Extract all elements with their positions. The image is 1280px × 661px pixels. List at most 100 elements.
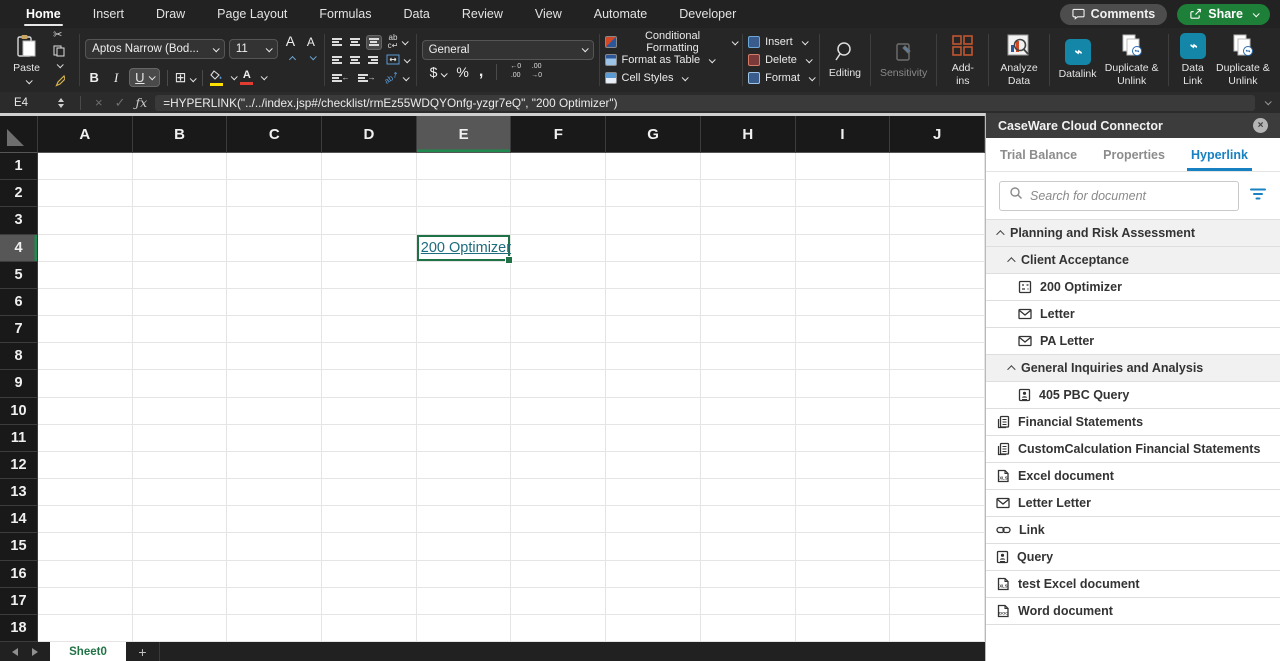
increase-indent-button[interactable]: → <box>356 71 378 86</box>
cell-a16[interactable] <box>38 561 133 588</box>
row-header-3[interactable]: 3 <box>0 207 38 234</box>
cell-h8[interactable] <box>701 343 796 370</box>
column-header-f[interactable]: F <box>511 116 606 153</box>
cell-c2[interactable] <box>227 180 322 207</box>
cell-b2[interactable] <box>133 180 228 207</box>
cell-e1[interactable] <box>417 153 512 180</box>
text-orientation-button[interactable]: ab↗ <box>382 71 411 86</box>
cell-f13[interactable] <box>511 479 606 506</box>
borders-button[interactable]: ⊞ <box>175 70 196 85</box>
cell-e18[interactable] <box>417 615 512 642</box>
cell-d17[interactable] <box>322 588 417 615</box>
cell-b17[interactable] <box>133 588 228 615</box>
column-header-d[interactable]: D <box>322 116 417 153</box>
cell-b13[interactable] <box>133 479 228 506</box>
cell-c1[interactable] <box>227 153 322 180</box>
cell-c8[interactable] <box>227 343 322 370</box>
cell-e16[interactable] <box>417 561 512 588</box>
panel-tab-trial-balance[interactable]: Trial Balance <box>1000 138 1077 171</box>
panel-tab-properties[interactable]: Properties <box>1103 138 1165 171</box>
cell-c10[interactable] <box>227 398 322 425</box>
cell-f9[interactable] <box>511 370 606 397</box>
cell-h9[interactable] <box>701 370 796 397</box>
cell-i13[interactable] <box>796 479 891 506</box>
align-top-button[interactable] <box>330 35 344 50</box>
row-header-10[interactable]: 10 <box>0 398 38 425</box>
menu-tab-review[interactable]: Review <box>446 0 519 28</box>
cell-g3[interactable] <box>606 207 701 234</box>
select-all-corner[interactable] <box>0 116 38 153</box>
column-header-e[interactable]: E <box>417 116 512 153</box>
cell-j12[interactable] <box>890 452 985 479</box>
cell-e6[interactable] <box>417 289 512 316</box>
cell-i15[interactable] <box>796 533 891 560</box>
cell-i5[interactable] <box>796 262 891 289</box>
cell-g13[interactable] <box>606 479 701 506</box>
document-row-letter-letter[interactable]: Letter Letter <box>986 489 1280 516</box>
document-search-box[interactable] <box>999 181 1239 211</box>
cell-j13[interactable] <box>890 479 985 506</box>
cell-g4[interactable] <box>606 235 701 262</box>
cell-b1[interactable] <box>133 153 228 180</box>
cell-h12[interactable] <box>701 452 796 479</box>
menu-tab-page-layout[interactable]: Page Layout <box>201 0 303 28</box>
bold-button[interactable]: B <box>85 70 103 85</box>
cell-d14[interactable] <box>322 506 417 533</box>
cell-f6[interactable] <box>511 289 606 316</box>
editing-button[interactable]: Editing <box>825 32 865 88</box>
document-row-word-document[interactable]: DOCWord document <box>986 597 1280 624</box>
cell-b12[interactable] <box>133 452 228 479</box>
row-header-17[interactable]: 17 <box>0 588 38 615</box>
cell-styles-button[interactable]: Cell Styles <box>605 70 738 86</box>
column-header-i[interactable]: I <box>796 116 891 153</box>
cell-a9[interactable] <box>38 370 133 397</box>
merge-center-button[interactable] <box>384 53 411 68</box>
decrease-indent-button[interactable]: ← <box>330 71 352 86</box>
copy-button[interactable] <box>51 44 74 72</box>
align-left-button[interactable] <box>330 53 344 68</box>
cell-h4[interactable] <box>701 235 796 262</box>
cell-g7[interactable] <box>606 316 701 343</box>
cell-g17[interactable] <box>606 588 701 615</box>
cell-j15[interactable] <box>890 533 985 560</box>
cell-j7[interactable] <box>890 316 985 343</box>
cell-i18[interactable] <box>796 615 891 642</box>
prev-sheet-arrow[interactable] <box>12 648 18 656</box>
cut-button[interactable]: ✂ <box>51 29 74 42</box>
cell-a6[interactable] <box>38 289 133 316</box>
cell-c12[interactable] <box>227 452 322 479</box>
document-row-excel-document[interactable]: XLSExcel document <box>986 462 1280 489</box>
cell-j11[interactable] <box>890 425 985 452</box>
confirm-entry-button[interactable]: ✓ <box>115 96 126 109</box>
column-header-b[interactable]: B <box>133 116 228 153</box>
cell-i7[interactable] <box>796 316 891 343</box>
cell-j2[interactable] <box>890 180 985 207</box>
cell-a18[interactable] <box>38 615 133 642</box>
document-row-letter[interactable]: Letter <box>986 300 1280 327</box>
cell-f15[interactable] <box>511 533 606 560</box>
align-bottom-button[interactable] <box>366 35 382 50</box>
number-format-select[interactable]: General <box>422 40 594 60</box>
cell-c18[interactable] <box>227 615 322 642</box>
cell-g9[interactable] <box>606 370 701 397</box>
cell-b14[interactable] <box>133 506 228 533</box>
cell-b9[interactable] <box>133 370 228 397</box>
cell-j10[interactable] <box>890 398 985 425</box>
cell-b7[interactable] <box>133 316 228 343</box>
row-header-6[interactable]: 6 <box>0 289 38 316</box>
cell-i16[interactable] <box>796 561 891 588</box>
cell-h17[interactable] <box>701 588 796 615</box>
cell-f18[interactable] <box>511 615 606 642</box>
cell-e13[interactable] <box>417 479 512 506</box>
cell-j9[interactable] <box>890 370 985 397</box>
comma-format-button[interactable]: , <box>479 63 483 81</box>
cell-i2[interactable] <box>796 180 891 207</box>
cell-b16[interactable] <box>133 561 228 588</box>
menu-tab-data[interactable]: Data <box>387 0 445 28</box>
percent-format-button[interactable]: % <box>456 64 468 80</box>
cell-d12[interactable] <box>322 452 417 479</box>
addins-button[interactable]: Add-ins <box>942 32 983 88</box>
cell-h14[interactable] <box>701 506 796 533</box>
cell-i17[interactable] <box>796 588 891 615</box>
cell-a13[interactable] <box>38 479 133 506</box>
